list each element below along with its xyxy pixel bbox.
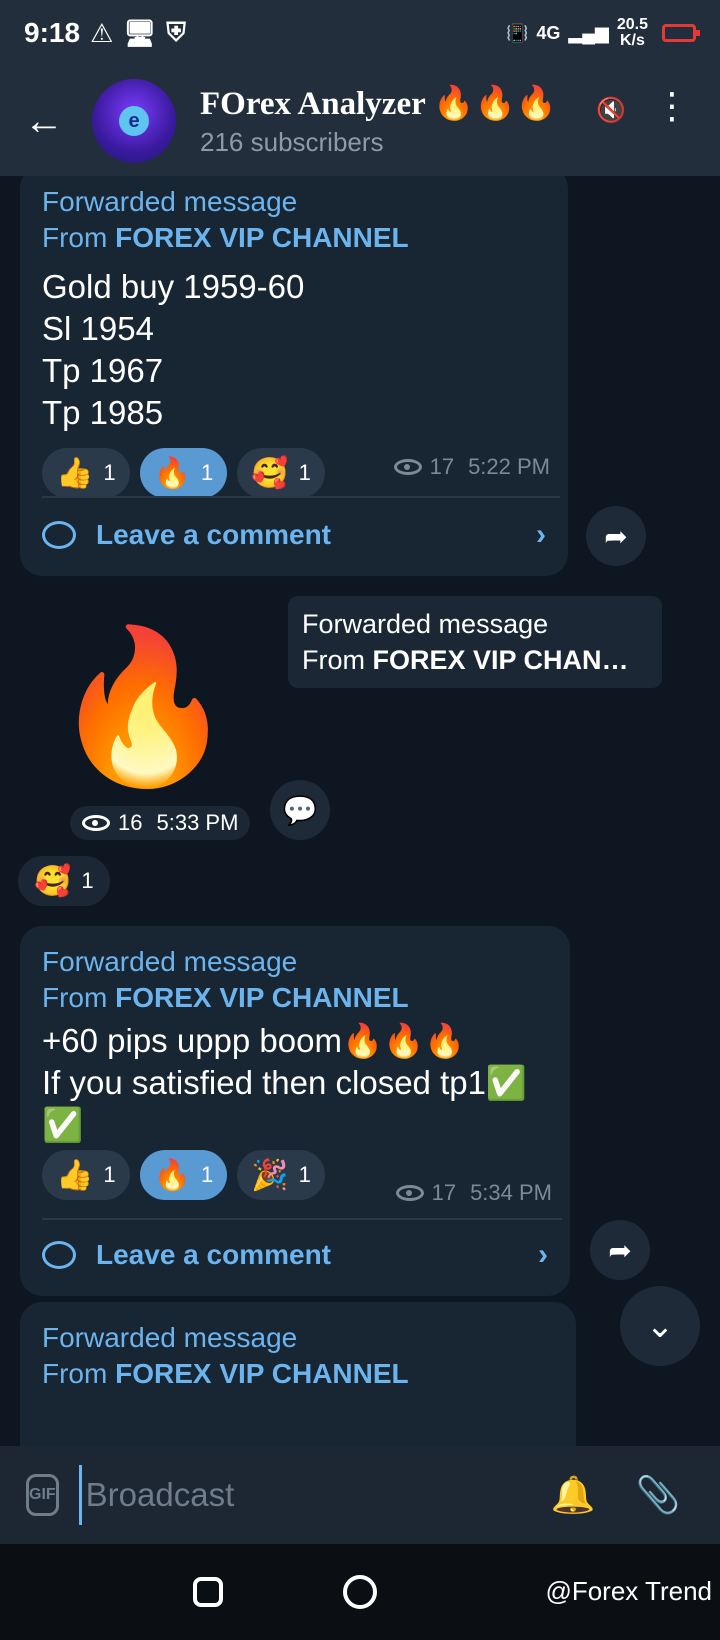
comment-bubble-button[interactable]: 💬 (270, 780, 330, 840)
broadcast-input[interactable] (78, 1465, 511, 1525)
net-speed: 20.5 K/s (616, 16, 648, 49)
forwarded-from[interactable]: From FOREX VIP CHANNEL (42, 220, 546, 256)
share-button[interactable]: ➦ (586, 506, 646, 566)
forwarded-from[interactable]: From FOREX VIP CHANNEL (42, 1356, 554, 1392)
desktop-icon: 🖥 (123, 17, 157, 48)
forwarded-from[interactable]: From FOREX VIP CHAN… (302, 642, 648, 678)
watermark: @Forex Trend (545, 1576, 712, 1606)
message-bubble[interactable]: Forwarded message From FOREX VIP CHANNEL (20, 1302, 576, 1446)
subscriber-count: 216 subscribers (200, 127, 384, 157)
chevron-right-icon: › (538, 1238, 548, 1271)
battery-icon (662, 24, 700, 42)
message-bubble[interactable]: Forwarded message From FOREX VIP CHANNEL… (20, 176, 568, 576)
message-time: 5:22 PM (468, 454, 550, 479)
leave-comment-button[interactable]: Leave a comment › (42, 518, 546, 552)
forwarded-label: Forwarded message (42, 946, 298, 977)
sticker-meta: 16 5:33 PM (70, 806, 251, 840)
source-channel-name[interactable]: FOREX VIP CHAN… (373, 645, 629, 675)
more-menu-icon[interactable]: ⋮ (654, 88, 690, 124)
reaction-smiling-hearts[interactable]: 🥰 1 (18, 856, 110, 906)
status-time: 9:18 (24, 17, 81, 48)
forwarded-header-card[interactable]: Forwarded message From FOREX VIP CHAN… (288, 596, 662, 688)
status-bar: 9:18 ⚠ 🖥 ⛨ 📳 4G ▂▄▆ 20.5 K/s (0, 0, 720, 66)
views-eye-icon (82, 815, 110, 831)
forwarded-label: Forwarded message (42, 1322, 298, 1353)
comment-icon (42, 1241, 76, 1269)
muted-icon: 🔇 (596, 97, 626, 124)
chevron-down-icon: ⌄ (645, 1307, 675, 1345)
divider (42, 1218, 562, 1220)
reaction-thumbs-up[interactable]: 👍 1 (42, 448, 130, 498)
source-channel-name[interactable]: FOREX VIP CHANNEL (115, 1358, 409, 1389)
message-meta: 17 5:22 PM (393, 454, 550, 480)
chevron-right-icon: › (536, 518, 546, 551)
gif-button[interactable]: GIF (26, 1474, 59, 1516)
back-arrow-icon[interactable]: ← (24, 99, 84, 144)
warning-icon: ⚠ (90, 17, 114, 48)
channel-avatar[interactable]: e (92, 79, 176, 163)
chat-area[interactable]: Forwarded message From FOREX VIP CHANNEL… (0, 176, 720, 1446)
comment-icon (42, 521, 76, 549)
shield-icon: ⛨ (166, 17, 186, 47)
status-right: 📳 4G ▂▄▆ 20.5 K/s (505, 16, 700, 49)
message-bubble[interactable]: Forwarded message From FOREX VIP CHANNEL… (20, 926, 570, 1296)
reaction-fire[interactable]: 🔥 1 (139, 448, 228, 498)
home-button[interactable] (343, 1575, 377, 1609)
message-meta: 17 5:34 PM (395, 1180, 552, 1206)
channel-logo-icon: e (119, 106, 149, 136)
share-icon: ➦ (604, 520, 628, 552)
signal-icon: ▂▄▆ (568, 22, 609, 43)
views-eye-icon (393, 459, 422, 475)
view-count: 17 (429, 454, 455, 479)
forwarded-label: Forwarded message (302, 609, 549, 639)
views-eye-icon (395, 1185, 424, 1201)
reaction-party[interactable]: 🎉 1 (237, 1150, 325, 1200)
reaction-fire[interactable]: 🔥 1 (139, 1150, 228, 1200)
message-time: 5:34 PM (470, 1180, 552, 1205)
network-type: 4G (536, 22, 561, 43)
channel-title: FOrex Analyzer 🔥🔥🔥 (200, 86, 557, 122)
scroll-down-button[interactable]: ⌄ (620, 1286, 700, 1366)
view-count: 17 (431, 1180, 457, 1205)
attach-icon[interactable]: 📎 (636, 1474, 681, 1516)
share-button[interactable]: ➦ (590, 1220, 650, 1280)
leave-comment-button[interactable]: Leave a comment › (42, 1238, 548, 1272)
channel-info[interactable]: FOrex Analyzer 🔥🔥🔥 216 subscribers (200, 84, 557, 158)
recents-button[interactable] (193, 1577, 223, 1607)
chat-bubble-icon: 💬 (282, 794, 318, 826)
bell-icon[interactable]: 🔔 (551, 1474, 596, 1516)
leave-comment-label: Leave a comment (96, 519, 331, 550)
share-icon: ➦ (608, 1234, 632, 1266)
leave-comment-label: Leave a comment (96, 1239, 331, 1270)
chat-header: ← e FOrex Analyzer 🔥🔥🔥 216 subscribers 🔇… (0, 66, 720, 176)
reaction-smiling-hearts[interactable]: 🥰 1 (237, 448, 325, 498)
message-text: Gold buy 1959-60 Sl 1954 Tp 1967 Tp 1985 (42, 268, 305, 431)
reaction-thumbs-up[interactable]: 👍 1 (42, 1150, 130, 1200)
message-text: +60 pips uppp boom🔥🔥🔥 If you satisfied t… (42, 1022, 528, 1143)
message-time: 5:33 PM (156, 810, 239, 835)
divider (42, 496, 560, 498)
source-channel-name[interactable]: FOREX VIP CHANNEL (115, 982, 409, 1013)
vibrate-icon: 📳 (505, 22, 529, 43)
input-bar: GIF 🔔 📎 ◎ (0, 1446, 720, 1544)
forwarded-label: Forwarded message (42, 186, 298, 217)
view-count: 16 (118, 810, 143, 835)
fire-sticker[interactable]: 🔥 (50, 616, 237, 796)
source-channel-name[interactable]: FOREX VIP CHANNEL (115, 222, 409, 253)
forwarded-from[interactable]: From FOREX VIP CHANNEL (42, 980, 548, 1016)
